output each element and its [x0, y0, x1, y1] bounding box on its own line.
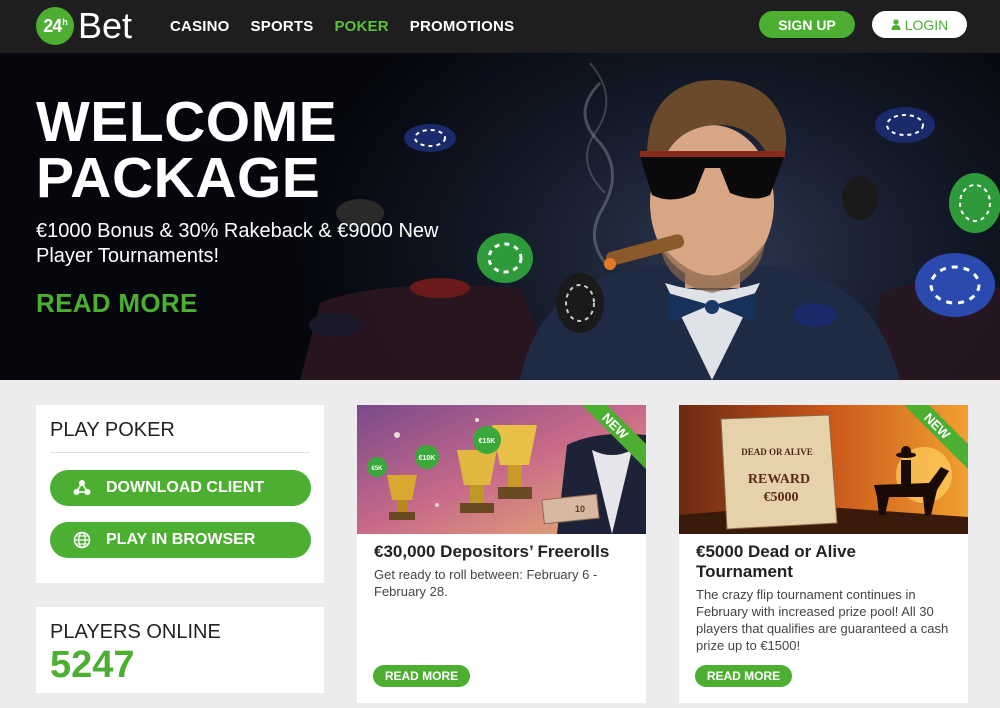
hero-title-line2: PACKAGE — [36, 146, 321, 210]
nav-casino[interactable]: CASINO — [170, 18, 230, 35]
logo-badge: 24 h — [36, 7, 74, 45]
badge-5k-label: €5K — [371, 466, 383, 472]
players-online-title: PLAYERS ONLINE — [50, 621, 221, 643]
players-online-panel: PLAYERS ONLINE 5247 — [36, 607, 324, 693]
divider — [50, 452, 310, 453]
globe-icon — [72, 530, 92, 550]
poker-chip-icon — [915, 253, 995, 317]
poker-chip-icon — [556, 273, 604, 333]
promo-image-wanted-poster: DEAD OR ALIVE REWARD €5000 NEW — [679, 405, 968, 534]
top-header: 24 h Bet CASINO SPORTS POKER PROMOTIONS S… — [0, 0, 1000, 53]
user-icon — [891, 19, 901, 30]
promo-read-more-button[interactable]: READ MORE — [373, 665, 470, 687]
hero-banner: WELCOME PACKAGE €1000 Bonus & 30% Rakeba… — [0, 53, 1000, 380]
login-label: LOGIN — [904, 16, 949, 33]
nav-promotions[interactable]: PROMOTIONS — [410, 18, 515, 35]
share-nodes-icon — [72, 478, 92, 498]
play-in-browser-button[interactable]: PLAY IN BROWSER — [50, 522, 311, 558]
poker-chip-icon — [875, 107, 935, 143]
login-button[interactable]: LOGIN — [872, 11, 967, 38]
poster-reward: REWARD — [748, 472, 810, 487]
promo-read-more-button[interactable]: READ MORE — [695, 665, 792, 687]
logo-badge-sup: h — [62, 17, 67, 27]
banknote-label: 10 — [575, 504, 585, 514]
play-poker-panel: PLAY POKER DOWNLOAD CLIENT PLAY IN BROWS… — [36, 405, 324, 583]
nav-poker[interactable]: POKER — [334, 18, 388, 35]
download-client-button[interactable]: DOWNLOAD CLIENT — [50, 470, 311, 506]
signup-button[interactable]: SIGN UP — [759, 11, 855, 38]
promo-description: Get ready to roll between: February 6 - … — [374, 567, 598, 599]
play-in-browser-label: PLAY IN BROWSER — [106, 531, 256, 548]
site-logo[interactable]: 24 h Bet — [36, 6, 132, 46]
wanted-poster: DEAD OR ALIVE REWARD €5000 — [720, 414, 838, 530]
trophy-icon — [387, 475, 417, 520]
promo-title: €30,000 Depositors’ Freerolls — [374, 542, 610, 561]
play-poker-title: PLAY POKER — [50, 419, 175, 441]
promo-image-trophies: €5K €10K €15K 10 NEW — [357, 405, 646, 534]
promo-card-freerolls[interactable]: €5K €10K €15K 10 NEW €30,000 Depositors’… — [357, 405, 646, 703]
poster-amount: €5000 — [764, 490, 799, 505]
poker-chip-icon — [949, 173, 1000, 233]
download-client-label: DOWNLOAD CLIENT — [106, 479, 265, 496]
poker-chip-icon — [404, 124, 456, 152]
hero-title-line1: WELCOME — [36, 90, 338, 154]
badge-10k-label: €10K — [419, 455, 436, 462]
players-online-count: 5247 — [50, 644, 135, 686]
poker-chip-icon — [793, 303, 837, 327]
hero-read-more-link[interactable]: READ MORE — [36, 288, 198, 319]
hero-subtitle: €1000 Bonus & 30% Rakeback & €9000 New P… — [36, 220, 439, 267]
promo-description: The crazy flip tournament continues in F… — [696, 587, 949, 653]
main-nav: CASINO SPORTS POKER PROMOTIONS — [170, 0, 535, 53]
badge-15k-label: €15K — [479, 438, 496, 445]
nav-sports[interactable]: SPORTS — [251, 18, 314, 35]
poster-headline: DEAD OR ALIVE — [741, 447, 813, 457]
logo-text: Bet — [78, 5, 133, 46]
hero-title: WELCOME PACKAGE — [36, 90, 338, 210]
promo-title: €5000 Dead or Alive Tournament — [696, 542, 857, 581]
promo-card-dead-or-alive[interactable]: DEAD OR ALIVE REWARD €5000 NEW €5000 Dea… — [679, 405, 968, 703]
poker-chip-icon — [309, 313, 361, 337]
logo-badge-number: 24 — [43, 15, 62, 36]
poker-chip-icon — [410, 278, 470, 298]
poker-chip-icon — [842, 176, 878, 220]
